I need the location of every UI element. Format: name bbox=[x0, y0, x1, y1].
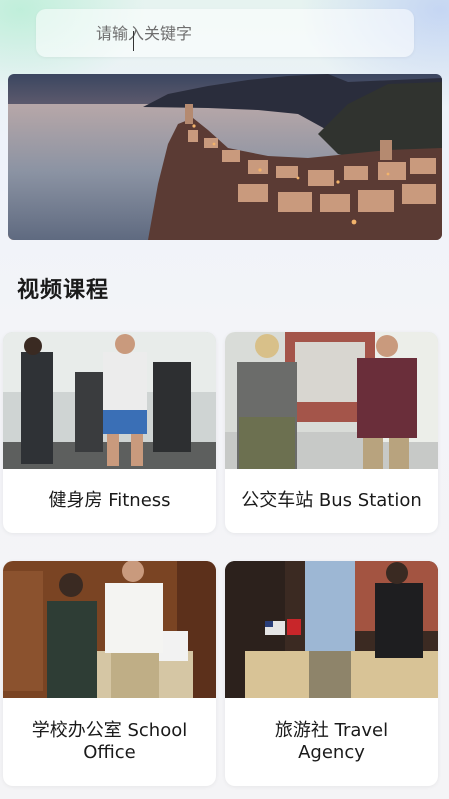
course-title: 旅游社 Travel Agency bbox=[274, 720, 389, 763]
course-card-bus-station[interactable]: 公交车站 Bus Station bbox=[225, 332, 438, 533]
course-thumbnail bbox=[3, 332, 216, 469]
search-bar[interactable] bbox=[36, 9, 414, 57]
course-card-travel-agency[interactable]: 旅游社 Travel Agency bbox=[225, 561, 438, 786]
course-card-fitness[interactable]: 健身房 Fitness bbox=[3, 332, 216, 533]
course-thumbnail bbox=[225, 332, 438, 469]
course-thumbnail bbox=[3, 561, 216, 698]
course-title: 公交车站 Bus Station bbox=[241, 490, 422, 511]
banner-carousel[interactable] bbox=[8, 74, 442, 240]
text-caret bbox=[133, 31, 134, 51]
course-title: 学校办公室 School Office bbox=[31, 720, 188, 763]
banner-image bbox=[8, 74, 442, 240]
search-input[interactable] bbox=[96, 9, 396, 57]
course-title: 健身房 Fitness bbox=[48, 490, 171, 511]
course-thumbnail bbox=[225, 561, 438, 698]
course-card-school-office[interactable]: 学校办公室 School Office bbox=[3, 561, 216, 786]
section-title: 视频课程 bbox=[17, 278, 110, 303]
